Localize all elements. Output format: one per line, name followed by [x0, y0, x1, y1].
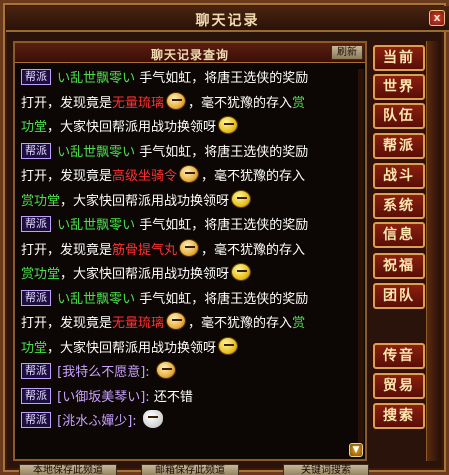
- message-text: ，毫不犹豫的存入: [188, 95, 293, 111]
- chat-log-window: 聊天记录 x 聊天记录查询 刷新 帮派 い乱世飘零い 手气如虹，将唐王选侠的奖励…: [0, 0, 449, 475]
- player-name[interactable]: い乱世飘零い: [57, 218, 135, 233]
- hall-link[interactable]: 赏功堂: [21, 267, 60, 282]
- item-link[interactable]: 无量琉璃: [112, 96, 164, 111]
- message-text: 手气如虹，将唐王选侠的奖励: [139, 71, 309, 86]
- channel-button-system[interactable]: 系统: [373, 193, 425, 219]
- hall-link[interactable]: 功堂: [21, 120, 47, 135]
- channel-tag[interactable]: 帮派: [21, 289, 51, 306]
- yellow-smile-icon: [231, 189, 252, 208]
- message-line: 帮派 [い御坂美琴い]: 还不错: [21, 386, 361, 411]
- save-local-button[interactable]: 本地保存此频道: [19, 464, 117, 475]
- message-text: ，毫不犹豫的存入: [201, 242, 306, 258]
- channel-tag[interactable]: 帮派: [21, 142, 51, 159]
- message-line: 打开，发现竟是无量琉璃 ，毫不犹豫的存入赏: [21, 312, 361, 337]
- player-name[interactable]: い乱世飘零い: [57, 145, 135, 160]
- message-text: 还不错: [153, 389, 193, 405]
- message-line: 帮派 [我特么不愿意]:: [21, 361, 361, 386]
- message-line: 打开，发现竟是筋骨提气丸 ，毫不犹豫的存入: [21, 238, 361, 264]
- grin-emoji-icon: [166, 91, 187, 110]
- channel-button-battle[interactable]: 战斗: [373, 163, 425, 189]
- channel-button-info[interactable]: 信息: [373, 222, 425, 248]
- scrollbar[interactable]: [358, 69, 364, 449]
- yellow-smile-icon: [218, 336, 239, 355]
- title-bar[interactable]: 聊天记录 x: [6, 6, 449, 32]
- save-mail-button[interactable]: 邮箱保存此频道: [141, 464, 239, 475]
- grin-emoji-icon: [179, 238, 200, 257]
- channel-button-world[interactable]: 世界: [373, 74, 425, 100]
- sender-name[interactable]: [我特么不愿意]:: [57, 365, 150, 380]
- panel-header: 聊天记录查询 刷新: [15, 43, 365, 63]
- message-line: 帮派 [洮水ふ嬋少]:: [21, 410, 361, 435]
- message-line: 帮派 い乱世飘零い 手气如虹，将唐王选侠的奖励: [21, 214, 361, 239]
- channel-button-group[interactable]: 团队: [373, 283, 425, 309]
- channel-tag[interactable]: 帮派: [21, 387, 51, 404]
- item-link[interactable]: 筋骨提气丸: [112, 243, 177, 258]
- hall-link[interactable]: 赏功堂: [21, 194, 60, 209]
- message-text: 手气如虹，将唐王选侠的奖励: [139, 291, 309, 307]
- sender-name[interactable]: [い御坂美琴い]:: [57, 390, 150, 405]
- grin-emoji-icon: [179, 165, 200, 183]
- window-title: 聊天记录: [195, 13, 260, 29]
- message-text: ，毫不犹豫的存入: [201, 169, 306, 184]
- channel-button-whisper[interactable]: 传音: [373, 343, 425, 369]
- message-line: 打开，发现竟是高级坐骑令 ，毫不犹豫的存入: [21, 165, 361, 190]
- message-line: 打开，发现竟是无量琉璃 ，毫不犹豫的存入赏: [21, 91, 361, 117]
- message-line: 帮派 い乱世飘零い 手气如虹，将唐王选侠的奖励: [21, 141, 361, 166]
- item-link[interactable]: 无量琉璃: [112, 316, 164, 331]
- player-name[interactable]: い乱世飘零い: [57, 292, 135, 307]
- refresh-button[interactable]: 刷新: [331, 45, 363, 60]
- side-ornament: [426, 41, 440, 461]
- channel-tag[interactable]: 帮派: [21, 412, 51, 428]
- message-text: 手气如虹，将唐王选侠的奖励: [139, 144, 309, 160]
- message-text: 打开，发现竟是: [21, 242, 113, 258]
- message-line: 帮派 い乱世飘零い 手气如虹，将唐王选侠的奖励: [21, 67, 361, 92]
- yellow-smile-icon: [231, 263, 252, 281]
- channel-tag[interactable]: 帮派: [21, 69, 51, 85]
- channel-button-blessing[interactable]: 祝福: [373, 253, 425, 279]
- hall-link[interactable]: 赏: [292, 96, 305, 111]
- close-icon[interactable]: x: [429, 10, 445, 26]
- message-line: 帮派 い乱世飘零い 手气如虹，将唐王选侠的奖励: [21, 288, 361, 313]
- yellow-smile-icon: [218, 116, 239, 134]
- message-line: 功堂，大家快回帮派用战功换领呀: [21, 116, 361, 141]
- channel-tag[interactable]: 帮派: [21, 363, 51, 379]
- message-text: 手气如虹，将唐王选侠的奖励: [139, 218, 309, 233]
- message-text: 打开，发现竟是: [21, 95, 113, 111]
- channel-button-search[interactable]: 搜索: [373, 403, 425, 429]
- message-line: 赏功堂，大家快回帮派用战功换领呀: [21, 189, 361, 215]
- chat-panel: 聊天记录查询 刷新 帮派 い乱世飘零い 手气如虹，将唐王选侠的奖励 打开，发现竟…: [13, 41, 367, 461]
- message-text: 入: [279, 316, 293, 331]
- message-text: ，毫不犹豫的存: [188, 316, 280, 331]
- message-line: 赏功堂，大家快回帮派用战功换领呀: [21, 263, 361, 288]
- sender-name[interactable]: [洮水ふ嬋少]:: [57, 414, 137, 429]
- grin-emoji-icon: [155, 361, 176, 379]
- channel-tag[interactable]: 帮派: [21, 216, 51, 232]
- message-text: 打开，发现竟是: [21, 316, 113, 331]
- item-link[interactable]: 高级坐骑令: [112, 169, 177, 184]
- bottom-toolbar: 本地保存此频道 邮箱保存此频道 关键词搜索: [13, 464, 443, 475]
- channel-button-current[interactable]: 当前: [373, 45, 425, 71]
- scroll-down-icon[interactable]: ▼: [349, 443, 363, 457]
- channel-button-trade[interactable]: 贸易: [373, 373, 425, 399]
- grin-emoji-icon: [166, 312, 187, 330]
- player-name[interactable]: い乱世飘零い: [57, 71, 135, 86]
- message-list: 帮派 い乱世飘零い 手气如虹，将唐王选侠的奖励 打开，发现竟是无量琉璃 ，毫不犹豫…: [21, 67, 361, 459]
- keyword-search-button[interactable]: 关键词搜索: [283, 464, 369, 475]
- channel-button-team[interactable]: 队伍: [373, 103, 425, 129]
- message-line: 功堂，大家快回帮派用战功换领呀: [21, 336, 361, 362]
- message-text: 打开，发现竟是: [21, 169, 113, 184]
- panel-title: 聊天记录查询: [150, 48, 229, 62]
- hall-link[interactable]: 功堂: [21, 341, 47, 356]
- channel-button-guild[interactable]: 帮派: [373, 133, 425, 159]
- message-text: ，大家快回帮派用战功换领呀: [47, 340, 217, 356]
- white-ghost-icon: [142, 410, 163, 428]
- message-text: ，大家快回帮派用战功换领呀: [47, 120, 217, 135]
- message-text: ，大家快回帮派用战功换领呀: [60, 267, 230, 282]
- hall-link[interactable]: 赏: [292, 316, 305, 331]
- message-text: ，大家快回帮派用战功换领呀: [60, 193, 230, 209]
